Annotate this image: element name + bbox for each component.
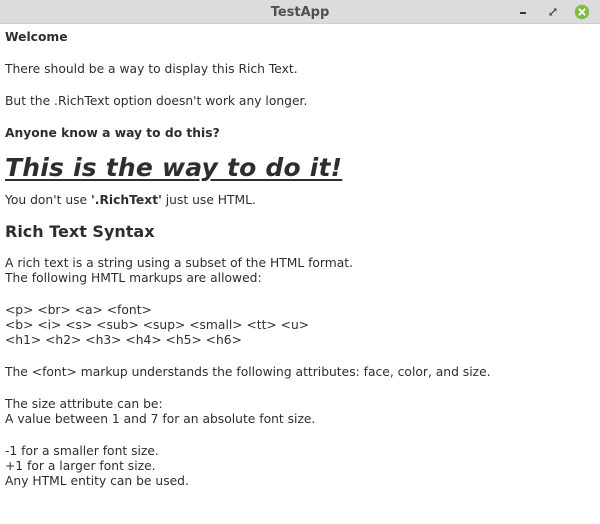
- rich-text-view: Welcome There should be a way to display…: [5, 24, 595, 489]
- question-text: Anyone know a way to do this?: [5, 126, 220, 140]
- syntax-heading: Rich Text Syntax: [5, 222, 155, 241]
- markups-line-3: <h1> <h2> <h3> <h4> <h5> <h6>: [5, 333, 242, 347]
- size-line-4: +1 for a larger font size.: [5, 459, 156, 473]
- size-line-5: Any HTML entity can be used.: [5, 474, 189, 488]
- size-line-1: The size attribute can be:: [5, 397, 163, 411]
- window-title: TestApp: [270, 5, 330, 20]
- close-button[interactable]: [574, 4, 590, 20]
- size-line-2: A value between 1 and 7 for an absolute …: [5, 412, 316, 426]
- headline-text: This is the way to do it!: [5, 153, 343, 182]
- maximize-icon: [549, 8, 557, 16]
- minimize-icon: [520, 12, 526, 14]
- minimize-button[interactable]: [515, 4, 531, 20]
- markups-line-1: <p> <br> <a> <font>: [5, 303, 152, 317]
- title-bar[interactable]: TestApp: [0, 0, 600, 24]
- size-line-3: -1 for a smaller font size.: [5, 444, 159, 458]
- maximize-button[interactable]: [545, 4, 561, 20]
- app-window: TestApp Welcome There should be a way to…: [0, 0, 600, 524]
- markups-line-2: <b> <i> <s> <sub> <sup> <small> <tt> <u>: [5, 318, 310, 332]
- syntax-line-1: A rich text is a string using a subset o…: [5, 256, 354, 270]
- answer-bold: '.RichText': [91, 193, 162, 207]
- syntax-line-2: The following HMTL markups are allowed:: [5, 271, 262, 285]
- welcome-text: Welcome: [5, 30, 68, 44]
- paragraph-richtext-broken: But the .RichText option doesn't work an…: [5, 94, 308, 108]
- paragraph-display-rich-text: There should be a way to display this Ri…: [5, 62, 298, 76]
- answer-text: You don't use '.RichText' just use HTML.: [5, 193, 595, 208]
- answer-suffix: just use HTML.: [161, 193, 256, 207]
- answer-prefix: You don't use: [5, 193, 92, 207]
- font-attributes-text: The <font> markup understands the follow…: [5, 365, 491, 379]
- close-icon: [574, 4, 590, 20]
